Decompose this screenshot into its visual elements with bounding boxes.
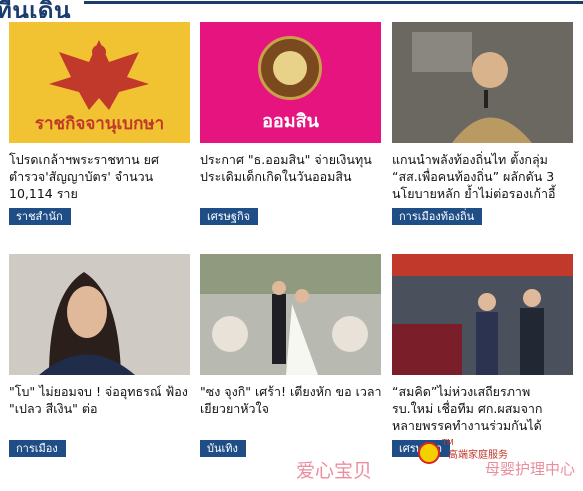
news-thumbnail[interactable]: [9, 254, 190, 375]
news-card: "โบ" ไม่ยอมจบ ! จ่ออุทธรณ์ ฟ้อง "เปลว สี…: [9, 254, 192, 457]
watermark-right-text: 母婴护理中心: [485, 460, 576, 478]
headline-link[interactable]: “สมคิด”ไม่ห่วงเสถียรภาพ รบ.ใหม่ เชื่อทีม…: [392, 383, 575, 434]
news-thumbnail[interactable]: ออมสิน: [200, 22, 381, 143]
category-tag[interactable]: บันเทิง: [200, 440, 246, 457]
category-tag[interactable]: การเมือง: [9, 440, 66, 457]
woman-portrait-icon: [9, 254, 190, 375]
category-tag[interactable]: การเมืองท้องถิ่น: [392, 208, 483, 225]
news-card: แกนนำพลังท้องถิ่นไท ตั้งกลุ่ม “สส.เพื่อค…: [392, 22, 575, 225]
headline-link[interactable]: ประกาศ "ธ.ออมสิน" จ่ายเงินทุน ประเดิมเด็…: [200, 151, 383, 202]
image-caption: ราชกิจจานุเบกษา: [34, 114, 165, 134]
category-tag[interactable]: เศรษฐกิจ: [200, 208, 259, 225]
image-caption: ออมสิน: [262, 111, 319, 132]
bank-seal-icon: [258, 36, 322, 100]
watermark-left-text: 爱心宝贝: [296, 460, 373, 482]
watermark-badge-icon: [418, 442, 440, 464]
speaker-photo-icon: [392, 22, 573, 143]
news-thumbnail[interactable]: ราชกิจจานุเบกษา: [9, 22, 190, 143]
officials-photo-icon: [392, 254, 573, 375]
news-thumbnail[interactable]: [200, 254, 381, 375]
news-card: ราชกิจจานุเบกษา โปรดเกล้าฯพระราชทาน ยศตำ…: [9, 22, 192, 225]
section-header: ที่นเดิน: [0, 0, 583, 18]
headline-link[interactable]: "โบ" ไม่ยอมจบ ! จ่ออุทธรณ์ ฟ้อง "เปลว สี…: [9, 383, 192, 434]
headline-link[interactable]: แกนนำพลังท้องถิ่นไท ตั้งกลุ่ม “สส.เพื่อค…: [392, 151, 575, 202]
news-card: ออมสิน ประกาศ "ธ.ออมสิน" จ่ายเงินทุน ประ…: [200, 22, 383, 225]
category-tag[interactable]: ราชสำนัก: [9, 208, 71, 225]
section-title: ที่นเดิน: [0, 0, 71, 18]
news-thumbnail[interactable]: [392, 22, 573, 143]
news-thumbnail[interactable]: [392, 254, 573, 375]
news-card: “สมคิด”ไม่ห่วงเสถียรภาพ รบ.ใหม่ เชื่อทีม…: [392, 254, 575, 457]
headline-link[interactable]: โปรดเกล้าฯพระราชทาน ยศตำรวจ'สัญญาบัตร' จ…: [9, 151, 192, 202]
watermark-overlay: 爱心宝贝 TM 高端家庭服务 母婴护理中心: [290, 438, 583, 491]
news-card: "ซง จุงกิ" เศร้า! เตียงหัก ขอ เวลาเยียวย…: [200, 254, 383, 457]
section-divider: [84, 1, 583, 4]
headline-link[interactable]: "ซง จุงกิ" เศร้า! เตียงหัก ขอ เวลาเยียวย…: [200, 383, 383, 434]
wedding-photo-icon: [200, 254, 381, 375]
